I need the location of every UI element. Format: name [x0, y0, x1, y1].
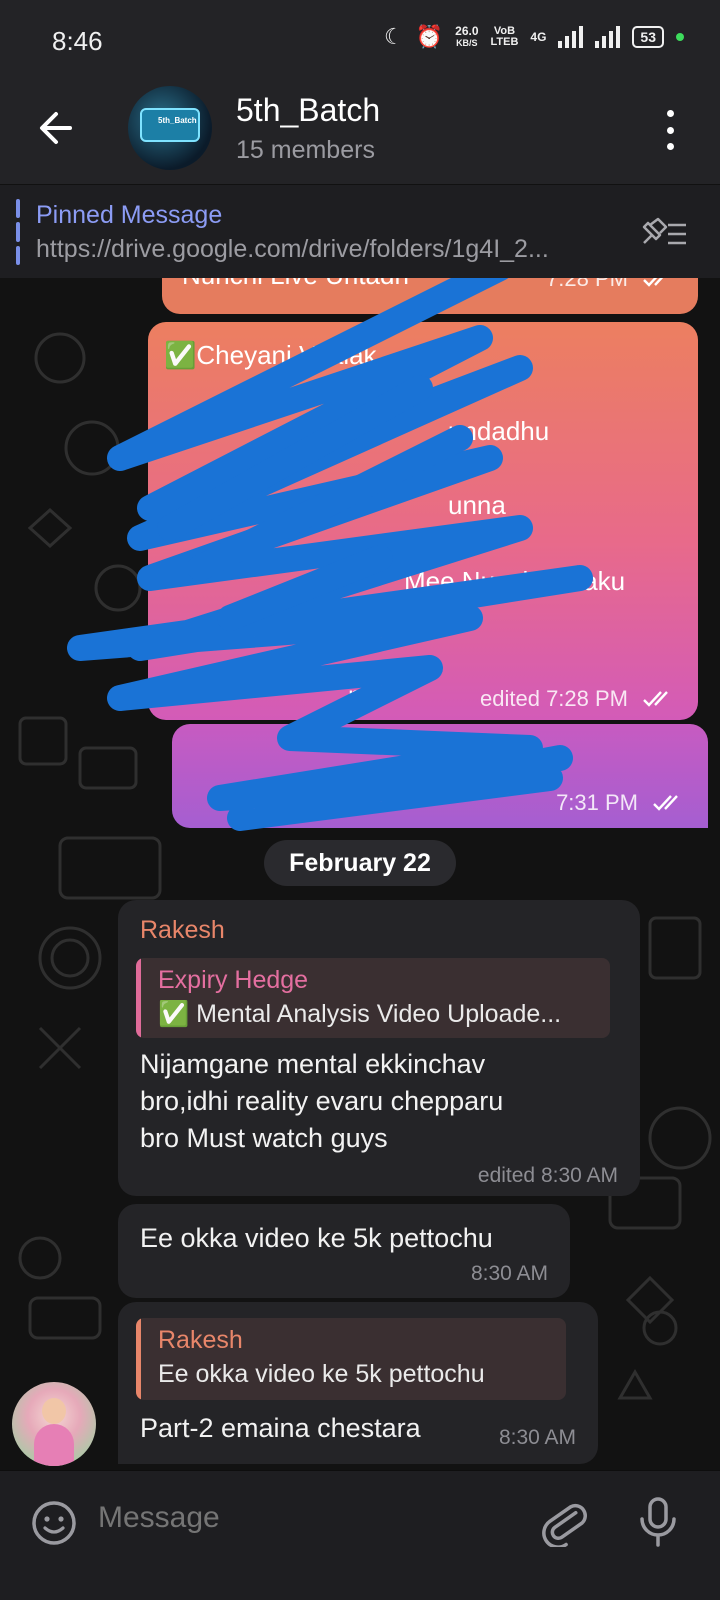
signal-icon-2	[595, 26, 621, 48]
message-input-bar	[0, 1470, 720, 1600]
pinned-indicator	[16, 199, 20, 265]
date-separator: February 22	[264, 840, 456, 886]
signal-icon	[558, 26, 584, 48]
avatar-screen	[140, 108, 200, 142]
message-text: Nunchi Live Untadh	[182, 278, 409, 291]
double-check-icon	[643, 278, 664, 287]
reply-author: Rakesh	[158, 1326, 243, 1354]
double-check-icon	[653, 795, 678, 811]
battery-icon: 53	[632, 26, 664, 48]
pinned-title: Pinned Message	[36, 201, 223, 229]
moon-icon: ☾	[384, 24, 404, 49]
pinned-text: https://drive.google.com/drive/folders/1…	[36, 235, 549, 263]
outgoing-message[interactable]: ✅Cheyani Vaalak undadhu unna Mee Nunchi …	[148, 322, 698, 720]
reply-text: Ee okka video ke 5k pettochu	[158, 1360, 485, 1388]
outgoing-message[interactable]: Nunchi Live Untadh 7:28 PM	[162, 278, 698, 314]
message-line: ne	[348, 680, 377, 710]
double-check-icon	[643, 691, 668, 707]
pin-list-icon[interactable]	[636, 213, 690, 253]
message-time: edited 8:30 AM	[477, 1164, 618, 1187]
message-line: Nijamgane mental ekkinchav	[140, 1049, 486, 1079]
reply-bar	[136, 958, 141, 1038]
reply-preview[interactable]: Rakesh Ee okka video ke 5k pettochu	[136, 1318, 566, 1400]
reply-preview[interactable]: Expiry Hedge ✅ Mental Analysis Video Upl…	[136, 958, 610, 1038]
reply-bar	[136, 1318, 141, 1400]
more-options-icon[interactable]	[664, 110, 676, 150]
incoming-message[interactable]: Rakesh Expiry Hedge ✅ Mental Analysis Vi…	[118, 900, 640, 1196]
reply-text: ✅ Mental Analysis Video Uploade...	[158, 1000, 562, 1028]
sender-name[interactable]: Rakesh	[140, 916, 225, 945]
message-line: ✅Cheyani Vaalak	[164, 340, 377, 370]
privacy-dot	[676, 33, 684, 41]
network-type: 4G	[530, 30, 547, 44]
incoming-message[interactable]: Ee okka video ke 5k pettochu 8:30 AM	[118, 1204, 570, 1298]
outgoing-message[interactable]: 7:31 PM	[172, 724, 708, 828]
status-bar: 8:46 ☾ ⏰ 26.0 KB/S VoB LTEB 4G 53	[0, 0, 720, 80]
microphone-icon[interactable]	[636, 1495, 680, 1549]
back-arrow-icon[interactable]	[34, 106, 78, 150]
message-input[interactable]	[98, 1501, 518, 1535]
member-count: 15 members	[236, 136, 375, 164]
pinned-message[interactable]: Pinned Message https://drive.google.com/…	[0, 184, 720, 278]
status-time: 8:46	[52, 26, 103, 56]
attach-icon[interactable]	[540, 1497, 590, 1547]
message-line: bro,idhi reality evaru chepparu	[140, 1086, 504, 1116]
reply-author: Expiry Hedge	[158, 966, 309, 994]
message-line: Mee Nunchi Naaku	[404, 566, 626, 596]
message-time: 8:30 AM	[498, 1426, 576, 1449]
message-text: Part-2 emaina chestara	[140, 1413, 421, 1443]
message-time: edited 7:28 PM	[480, 686, 628, 711]
chat-area[interactable]: Nunchi Live Untadh 7:28 PM ✅Cheyani Vaal…	[0, 278, 720, 1470]
message-time: 7:31 PM	[556, 790, 638, 815]
emoji-icon[interactable]	[30, 1499, 78, 1547]
sender-avatar[interactable]	[12, 1382, 96, 1466]
status-icons: ☾ ⏰ 26.0 KB/S VoB LTEB 4G 53	[384, 24, 684, 50]
volte-indicator: VoB LTEB	[490, 25, 519, 48]
message-line: unna	[448, 490, 506, 520]
message-line: bro Must watch guys	[140, 1123, 388, 1153]
chat-header: 5th_Batch 5th_Batch 15 members	[0, 80, 720, 184]
group-avatar[interactable]: 5th_Batch	[128, 86, 212, 170]
avatar-label: 5th_Batch	[158, 116, 197, 125]
message-text: Ee okka video ke 5k pettochu	[140, 1223, 493, 1253]
message-time: 8:30 AM	[470, 1262, 548, 1285]
message-time: 7:28 PM	[546, 278, 628, 291]
message-line: undadhu	[448, 416, 550, 446]
net-speed: 26.0 KB/S	[455, 24, 479, 48]
incoming-message[interactable]: Rakesh Ee okka video ke 5k pettochu Part…	[118, 1302, 598, 1464]
chat-title[interactable]: 5th_Batch	[236, 92, 380, 129]
alarm-icon: ⏰	[415, 24, 444, 49]
